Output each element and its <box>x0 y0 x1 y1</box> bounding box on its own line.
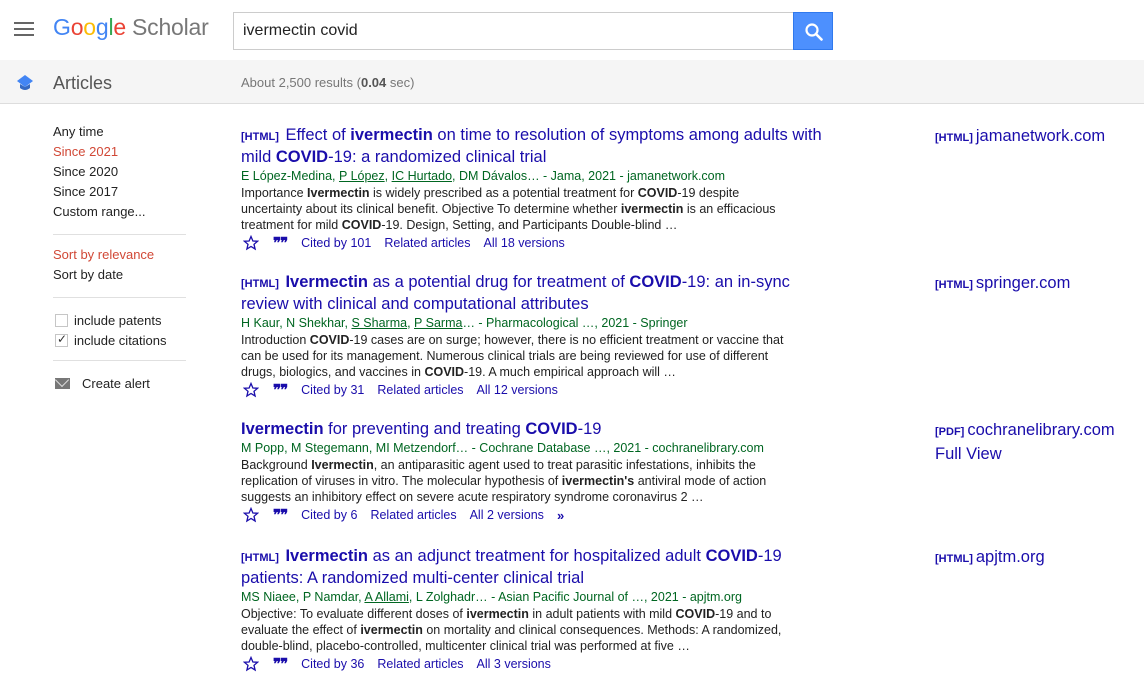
author-link[interactable]: A Allami <box>364 590 408 604</box>
result-actions: ❞❞ Cited by 36 Related articles All 3 ve… <box>241 655 841 673</box>
result-authors: H Kaur, N Shekhar, S Sharma, P Sarma… - … <box>241 316 688 330</box>
search-box <box>233 12 793 50</box>
result-snippet: Introduction COVID-19 cases are on surge… <box>241 333 784 379</box>
cited-by-link[interactable]: Cited by 36 <box>301 657 364 671</box>
related-articles-link[interactable]: Related articles <box>377 657 463 671</box>
include-patents-checkbox[interactable] <box>55 313 68 327</box>
search-input[interactable] <box>234 13 793 49</box>
result-title-link[interactable]: Ivermectin for preventing and treating C… <box>241 419 841 439</box>
result-actions: ❞❞ Cited by 31 Related articles All 12 v… <box>241 381 841 399</box>
sort-by-date[interactable]: Sort by date <box>53 267 186 287</box>
result-snippet: Importance Ivermectin is widely prescrib… <box>241 186 776 232</box>
result-snippet: Objective: To evaluate different doses o… <box>241 607 782 653</box>
save-star-icon[interactable] <box>243 656 259 672</box>
create-alert-label: Create alert <box>82 375 150 391</box>
search-result: [HTML] Ivermectin as an adjunct treatmen… <box>241 546 841 673</box>
articles-label: Articles <box>53 73 113 93</box>
save-star-icon[interactable] <box>243 382 259 398</box>
divider <box>53 297 186 298</box>
search-icon <box>805 23 823 41</box>
more-options-icon[interactable]: » <box>557 508 564 523</box>
search-result: [HTML] Effect of ivermectin on time to r… <box>241 125 841 252</box>
filter-custom-range[interactable]: Custom range... <box>53 204 186 224</box>
filter-any-time[interactable]: Any time <box>53 124 186 144</box>
divider <box>53 234 186 235</box>
filter-since-2020[interactable]: Since 2020 <box>53 164 186 184</box>
side-full-text-link[interactable]: [PDF] cochranelibrary.com <box>935 418 1115 444</box>
related-articles-link[interactable]: Related articles <box>384 236 470 250</box>
cite-quote-icon[interactable]: ❞❞ <box>273 235 288 251</box>
results-count: About 2,500 results (0.04 sec) <box>241 75 415 90</box>
include-patents-label: include patents <box>74 312 162 328</box>
include-citations-checkbox[interactable]: ✓ <box>55 331 68 347</box>
scholar-cap-icon <box>17 75 33 90</box>
result-authors: E López-Medina, P López, IC Hurtado, DM … <box>241 169 726 183</box>
result-title-link[interactable]: [HTML] Ivermectin as a potential drug fo… <box>241 272 841 314</box>
search-result: Ivermectin for preventing and treating C… <box>241 419 841 524</box>
cited-by-link[interactable]: Cited by 31 <box>301 383 364 397</box>
create-alert-button[interactable]: Create alert <box>53 373 186 393</box>
result-authors: MS Niaee, P Namdar, A Allami, L Zolghadr… <box>241 590 742 604</box>
side-full-text-link[interactable]: [HTML] jamanetwork.com <box>935 124 1105 150</box>
related-articles-link[interactable]: Related articles <box>377 383 463 397</box>
cite-quote-icon[interactable]: ❞❞ <box>273 507 288 523</box>
result-authors: M Popp, M Stegemann, MI Metzendorf… - Co… <box>241 441 764 455</box>
checkmark-icon: ✓ <box>57 331 68 346</box>
google-scholar-logo[interactable]: Google Scholar <box>53 14 209 41</box>
author-link[interactable]: IC Hurtado <box>392 169 452 183</box>
top-header: Google Scholar <box>0 0 1144 60</box>
result-type-tag: [HTML] <box>241 131 279 143</box>
filter-since-2021[interactable]: Since 2021 <box>53 144 186 164</box>
result-actions: ❞❞ Cited by 101 Related articles All 18 … <box>241 234 841 252</box>
hamburger-menu-icon[interactable] <box>14 22 34 36</box>
result-title-link[interactable]: [HTML] Effect of ivermectin on time to r… <box>241 125 841 167</box>
include-patents-option[interactable]: include patents <box>53 310 186 330</box>
include-citations-option[interactable]: ✓ include citations <box>53 330 186 350</box>
include-citations-label: include citations <box>74 332 167 348</box>
full-view-link[interactable]: Full View <box>935 442 1002 466</box>
all-versions-link[interactable]: All 3 versions <box>477 657 551 671</box>
envelope-icon <box>55 377 70 389</box>
results-subheader: Articles About 2,500 results (0.04 sec) <box>0 60 1144 104</box>
all-versions-link[interactable]: All 12 versions <box>477 383 558 397</box>
cited-by-link[interactable]: Cited by 101 <box>301 236 371 250</box>
author-link[interactable]: P López <box>339 169 385 183</box>
all-versions-link[interactable]: All 2 versions <box>470 508 544 522</box>
cite-quote-icon[interactable]: ❞❞ <box>273 656 288 672</box>
related-articles-link[interactable]: Related articles <box>370 508 456 522</box>
filter-sidebar: Any time Since 2021 Since 2020 Since 201… <box>53 124 186 393</box>
side-full-text-link[interactable]: [HTML] apjtm.org <box>935 545 1045 571</box>
result-type-tag: [HTML] <box>241 552 279 564</box>
sort-by-relevance[interactable]: Sort by relevance <box>53 247 186 267</box>
author-link[interactable]: S Sharma <box>351 316 407 330</box>
cite-quote-icon[interactable]: ❞❞ <box>273 382 288 398</box>
save-star-icon[interactable] <box>243 507 259 523</box>
result-type-tag: [HTML] <box>241 278 279 290</box>
author-link[interactable]: P Sarma <box>414 316 462 330</box>
side-full-text-link[interactable]: [HTML] springer.com <box>935 271 1070 297</box>
search-button[interactable] <box>793 12 833 50</box>
divider <box>53 360 186 361</box>
cited-by-link[interactable]: Cited by 6 <box>301 508 357 522</box>
save-star-icon[interactable] <box>243 235 259 251</box>
filter-since-2017[interactable]: Since 2017 <box>53 184 186 204</box>
result-snippet: Background Ivermectin, an antiparasitic … <box>241 458 767 504</box>
search-result: [HTML] Ivermectin as a potential drug fo… <box>241 272 841 399</box>
all-versions-link[interactable]: All 18 versions <box>484 236 565 250</box>
result-actions: ❞❞ Cited by 6 Related articles All 2 ver… <box>241 506 841 524</box>
result-title-link[interactable]: [HTML] Ivermectin as an adjunct treatmen… <box>241 546 841 588</box>
